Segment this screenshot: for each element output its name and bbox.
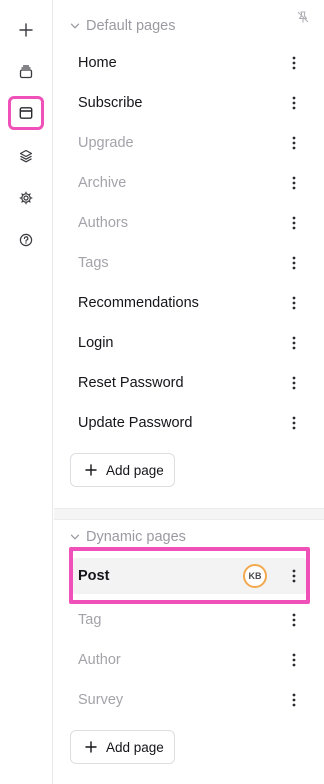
page-label: Reset Password: [78, 375, 184, 391]
add-page-label: Add page: [106, 462, 164, 478]
add-dynamic-page-button[interactable]: Add page: [70, 730, 175, 764]
more-options-icon[interactable]: [287, 336, 301, 350]
page-item-login[interactable]: Login: [70, 325, 308, 361]
page-label: Tag: [78, 612, 102, 628]
add-page-label: Add page: [106, 739, 164, 755]
page-item-tag[interactable]: Tag: [70, 602, 308, 638]
page-item-subscribe[interactable]: Subscribe: [70, 85, 308, 121]
pages-button[interactable]: [8, 96, 44, 130]
plus-icon: [19, 23, 33, 37]
settings-button[interactable]: [10, 182, 42, 214]
more-options-icon[interactable]: [287, 96, 301, 110]
avatar: KB: [243, 564, 267, 588]
add-button[interactable]: [10, 14, 42, 46]
pages-panel: Default pages Home Subscribe Upgrade Arc…: [54, 0, 324, 784]
page-item-recommendations[interactable]: Recommendations: [70, 285, 308, 321]
page-label: Survey: [78, 692, 124, 708]
page-item-post[interactable]: Post KB: [70, 558, 308, 594]
page-item-home[interactable]: Home: [70, 45, 308, 81]
default-pages-header[interactable]: Default pages: [70, 16, 175, 36]
page-item-reset-password[interactable]: Reset Password: [70, 365, 308, 401]
page-label: Authors: [78, 215, 128, 231]
more-options-icon[interactable]: [287, 376, 301, 390]
more-options-icon[interactable]: [287, 296, 301, 310]
page-label: Login: [78, 335, 114, 351]
page-label: Post: [78, 568, 110, 584]
help-circle-icon: [19, 233, 33, 247]
section-title: Dynamic pages: [86, 529, 186, 545]
collections-button[interactable]: [10, 56, 42, 88]
plus-icon: [85, 464, 97, 476]
chevron-down-icon: [70, 23, 80, 29]
page-label: Update Password: [78, 415, 193, 431]
plus-icon: [85, 741, 97, 753]
add-default-page-button[interactable]: Add page: [70, 453, 175, 487]
page-item-authors[interactable]: Authors: [70, 205, 308, 241]
more-options-icon[interactable]: [287, 653, 301, 667]
more-options-icon[interactable]: [287, 136, 301, 150]
page-item-archive[interactable]: Archive: [70, 165, 308, 201]
page-label: Archive: [78, 175, 127, 191]
help-button[interactable]: [10, 224, 42, 256]
unpin-icon[interactable]: [296, 10, 310, 24]
browser-window-icon: [19, 107, 33, 119]
more-options-icon[interactable]: [287, 56, 301, 70]
page-label: Subscribe: [78, 95, 143, 111]
layers-icon: [19, 149, 33, 163]
more-options-icon[interactable]: [287, 256, 301, 270]
dynamic-pages-header[interactable]: Dynamic pages: [70, 527, 186, 547]
more-options-icon[interactable]: [287, 693, 301, 707]
gear-icon: [19, 191, 33, 205]
page-label: Tags: [78, 255, 109, 271]
page-label: Recommendations: [78, 295, 199, 311]
stack-icon: [19, 65, 33, 79]
page-item-tags[interactable]: Tags: [70, 245, 308, 281]
icon-rail: [0, 0, 53, 784]
section-divider: [54, 508, 324, 520]
more-options-icon[interactable]: [287, 613, 301, 627]
page-item-upgrade[interactable]: Upgrade: [70, 125, 308, 161]
page-item-update-password[interactable]: Update Password: [70, 405, 308, 441]
page-label: Author: [78, 652, 121, 668]
page-item-survey[interactable]: Survey: [70, 682, 308, 718]
page-label: Upgrade: [78, 135, 134, 151]
more-options-icon[interactable]: [287, 216, 301, 230]
more-options-icon[interactable]: [287, 176, 301, 190]
layers-button[interactable]: [10, 140, 42, 172]
more-options-icon[interactable]: [287, 416, 301, 430]
more-options-icon[interactable]: [287, 569, 301, 583]
chevron-down-icon: [70, 534, 80, 540]
page-label: Home: [78, 55, 117, 71]
page-item-author[interactable]: Author: [70, 642, 308, 678]
section-title: Default pages: [86, 18, 176, 34]
